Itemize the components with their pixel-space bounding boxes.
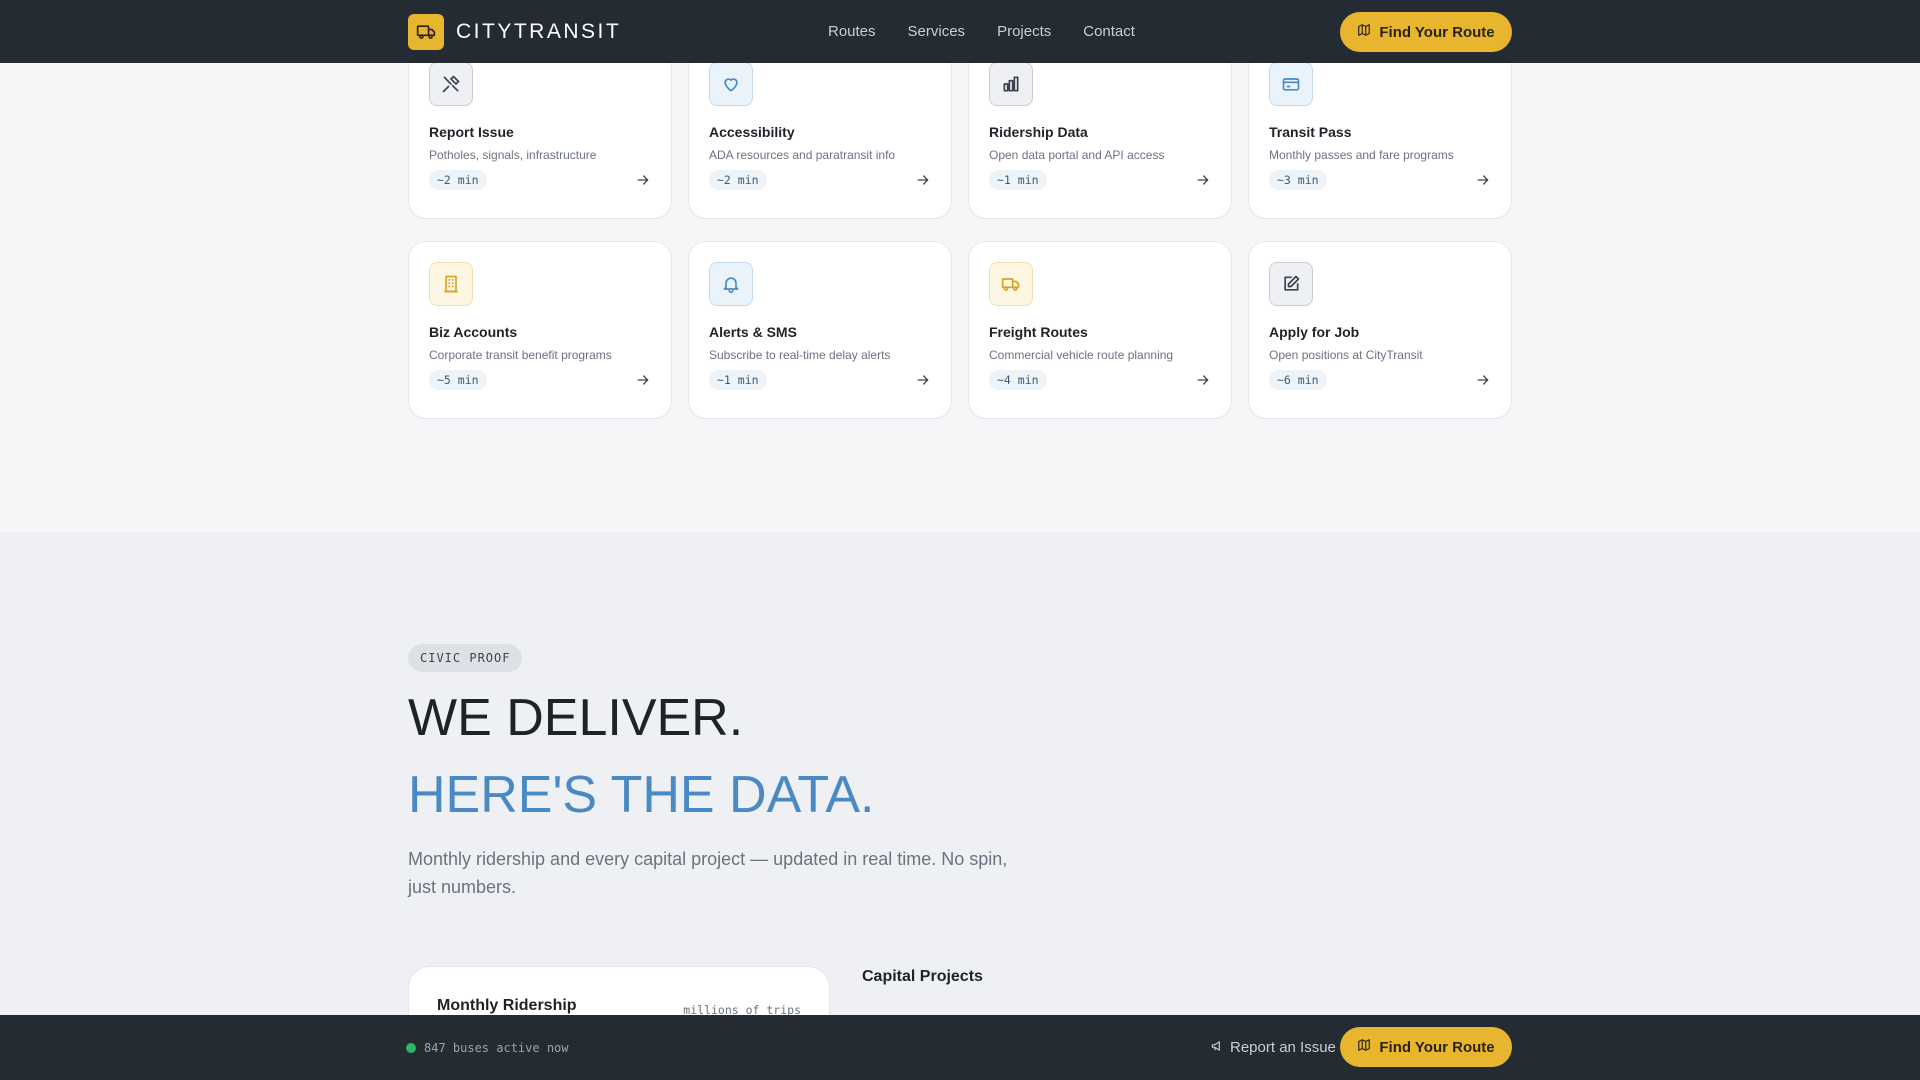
- card-time-badge: ~6 min: [1269, 370, 1327, 390]
- section-subheading: HERE'S THE DATA.: [408, 766, 875, 824]
- live-status-text: 847 buses active now: [424, 1040, 569, 1055]
- arrow-right-icon: [917, 175, 929, 185]
- bus-icon: [408, 14, 444, 50]
- arrow-right-icon: [637, 375, 649, 385]
- service-card-ridership-data[interactable]: Ridership Data Open data portal and API …: [968, 41, 1232, 219]
- brand-logo[interactable]: CITYTRANSIT: [408, 14, 621, 50]
- find-route-label: Find Your Route: [1379, 1038, 1495, 1056]
- card-description: Monthly passes and fare programs: [1269, 148, 1454, 162]
- megaphone-icon: [1210, 1039, 1224, 1057]
- card-title: Alerts & SMS: [709, 324, 797, 340]
- arrow-right-icon: [1477, 175, 1489, 185]
- card-description: Subscribe to real-time delay alerts: [709, 348, 891, 362]
- card-description: ADA resources and paratransit info: [709, 148, 896, 162]
- section-tag: CIVIC PROOF: [408, 644, 523, 672]
- find-route-button-bottom[interactable]: Find Your Route: [1340, 1027, 1512, 1067]
- brand-name: CITYTRANSIT: [456, 20, 622, 43]
- bottom-action-bar: 847 buses active now Report an Issue Fin…: [0, 1015, 1920, 1080]
- card-description: Corporate transit benefit programs: [429, 348, 612, 362]
- building-icon: [429, 262, 473, 306]
- arrow-right-icon: [1477, 375, 1489, 385]
- truck-icon: [989, 262, 1033, 306]
- find-route-label: Find Your Route: [1379, 23, 1495, 41]
- top-navigation-bar: CITYTRANSIT Routes Services Projects Con…: [0, 0, 1920, 63]
- card-description: Open positions at CityTransit: [1269, 348, 1423, 362]
- arrow-right-icon: [1197, 175, 1209, 185]
- service-card-alerts-sms[interactable]: Alerts & SMS Subscribe to real-time dela…: [688, 241, 952, 419]
- main-nav: Routes Services Projects Contact: [828, 0, 1167, 63]
- service-card-transit-pass[interactable]: Transit Pass Monthly passes and fare pro…: [1248, 41, 1512, 219]
- report-issue-link[interactable]: Report an Issue: [1210, 1015, 1336, 1080]
- card-description: Potholes, signals, infrastructure: [429, 148, 597, 162]
- nav-link-projects[interactable]: Projects: [997, 23, 1051, 40]
- civic-proof-section: [0, 532, 1920, 1080]
- edit-icon: [1269, 262, 1313, 306]
- card-title: Freight Routes: [989, 324, 1088, 340]
- capital-projects-title: Capital Projects: [862, 968, 983, 985]
- service-card-freight-routes[interactable]: Freight Routes Commercial vehicle route …: [968, 241, 1232, 419]
- service-card-biz-accounts[interactable]: Biz Accounts Corporate transit benefit p…: [408, 241, 672, 419]
- card-title: Report Issue: [429, 124, 514, 140]
- arrow-right-icon: [917, 375, 929, 385]
- bar-chart-icon: [989, 62, 1033, 106]
- nav-link-contact[interactable]: Contact: [1083, 23, 1135, 40]
- live-status: 847 buses active now: [406, 1015, 569, 1080]
- service-card-apply-for-job[interactable]: Apply for Job Open positions at CityTran…: [1248, 241, 1512, 419]
- card-time-badge: ~1 min: [709, 370, 767, 390]
- nav-link-routes[interactable]: Routes: [828, 23, 876, 40]
- service-card-accessibility[interactable]: Accessibility ADA resources and paratran…: [688, 41, 952, 219]
- tools-icon: [429, 62, 473, 106]
- section-heading: WE DELIVER.: [408, 689, 744, 747]
- card-title: Transit Pass: [1269, 124, 1352, 140]
- card-title: Ridership Data: [989, 124, 1088, 140]
- live-dot-icon: [406, 1042, 416, 1053]
- heart-icon: [709, 62, 753, 106]
- card-description: Commercial vehicle route planning: [989, 348, 1174, 362]
- card-title: Accessibility: [709, 124, 795, 140]
- card-time-badge: ~1 min: [989, 170, 1047, 190]
- arrow-right-icon: [637, 175, 649, 185]
- card-title: Apply for Job: [1269, 324, 1360, 340]
- card-icon: [1269, 62, 1313, 106]
- map-icon: [1357, 23, 1371, 41]
- card-time-badge: ~2 min: [429, 170, 487, 190]
- card-time-badge: ~2 min: [709, 170, 767, 190]
- find-route-button[interactable]: Find Your Route: [1340, 12, 1512, 52]
- arrow-right-icon: [1197, 375, 1209, 385]
- section-lead-text: Monthly ridership and every capital proj…: [408, 849, 1008, 897]
- card-time-badge: ~4 min: [989, 370, 1047, 390]
- bell-icon: [709, 262, 753, 306]
- map-icon: [1357, 1038, 1371, 1056]
- ridership-title: Monthly Ridership: [437, 997, 577, 1014]
- service-card-report-issue[interactable]: Report Issue Potholes, signals, infrastr…: [408, 41, 672, 219]
- card-time-badge: ~3 min: [1269, 170, 1327, 190]
- card-time-badge: ~5 min: [429, 370, 487, 390]
- report-issue-label: Report an Issue: [1230, 1039, 1336, 1056]
- nav-link-services[interactable]: Services: [908, 23, 966, 40]
- card-description: Open data portal and API access: [989, 148, 1165, 162]
- card-title: Biz Accounts: [429, 324, 518, 340]
